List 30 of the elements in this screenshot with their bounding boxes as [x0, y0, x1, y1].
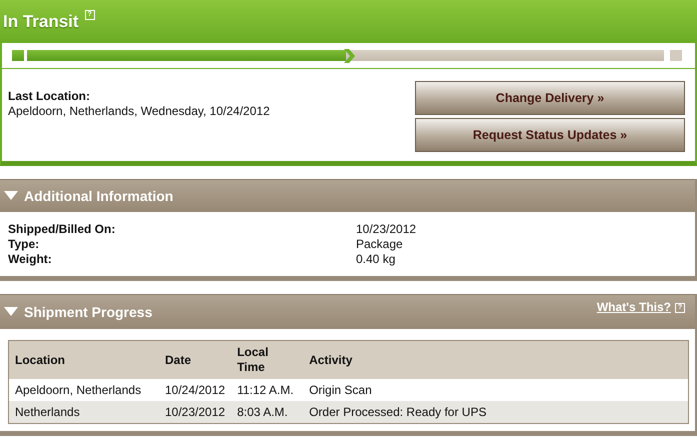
field-value: Package	[356, 237, 404, 251]
last-location-label: Last Location:	[8, 89, 92, 103]
column-header: Local Time	[231, 340, 304, 379]
field-label: Shipped/Billed On:	[8, 222, 116, 236]
table-cell: 10/23/2012	[159, 401, 232, 424]
table-cell: 11:12 A.M.	[231, 379, 304, 401]
table-cell: 10/24/2012	[159, 379, 232, 401]
table-cell: Apeldoorn, Netherlands	[8, 379, 159, 401]
table-cell: Order Processed: Ready for UPS	[303, 401, 688, 424]
field-label: Weight:	[8, 252, 53, 266]
progress-end	[670, 50, 682, 61]
progress-start	[12, 50, 24, 61]
last-location-value: Apeldoorn, Netherlands, Wednesday, 10/24/2012	[8, 104, 270, 118]
action-button[interactable]: Change Delivery »	[415, 81, 685, 115]
section-title: Additional Information	[24, 188, 174, 204]
action-button[interactable]: Request Status Updates »	[415, 118, 685, 152]
column-header: Location	[8, 340, 159, 379]
field-value: 0.40 kg	[356, 252, 396, 266]
section-title: Shipment Progress	[24, 304, 152, 320]
table-cell: 8:03 A.M.	[231, 401, 304, 424]
column-header: Date	[159, 340, 232, 379]
chevron-icon	[344, 48, 356, 62]
status-title: In Transit	[3, 12, 79, 32]
field-label: Type:	[8, 237, 40, 251]
section-header[interactable]: Additional Information	[0, 179, 695, 212]
table-cell: Netherlands	[8, 401, 159, 424]
column-header: Activity	[303, 340, 688, 379]
whats-this-link[interactable]: What's This?	[596, 300, 671, 314]
field-value: 10/23/2012	[356, 222, 418, 236]
table-cell: Origin Scan	[303, 379, 688, 401]
